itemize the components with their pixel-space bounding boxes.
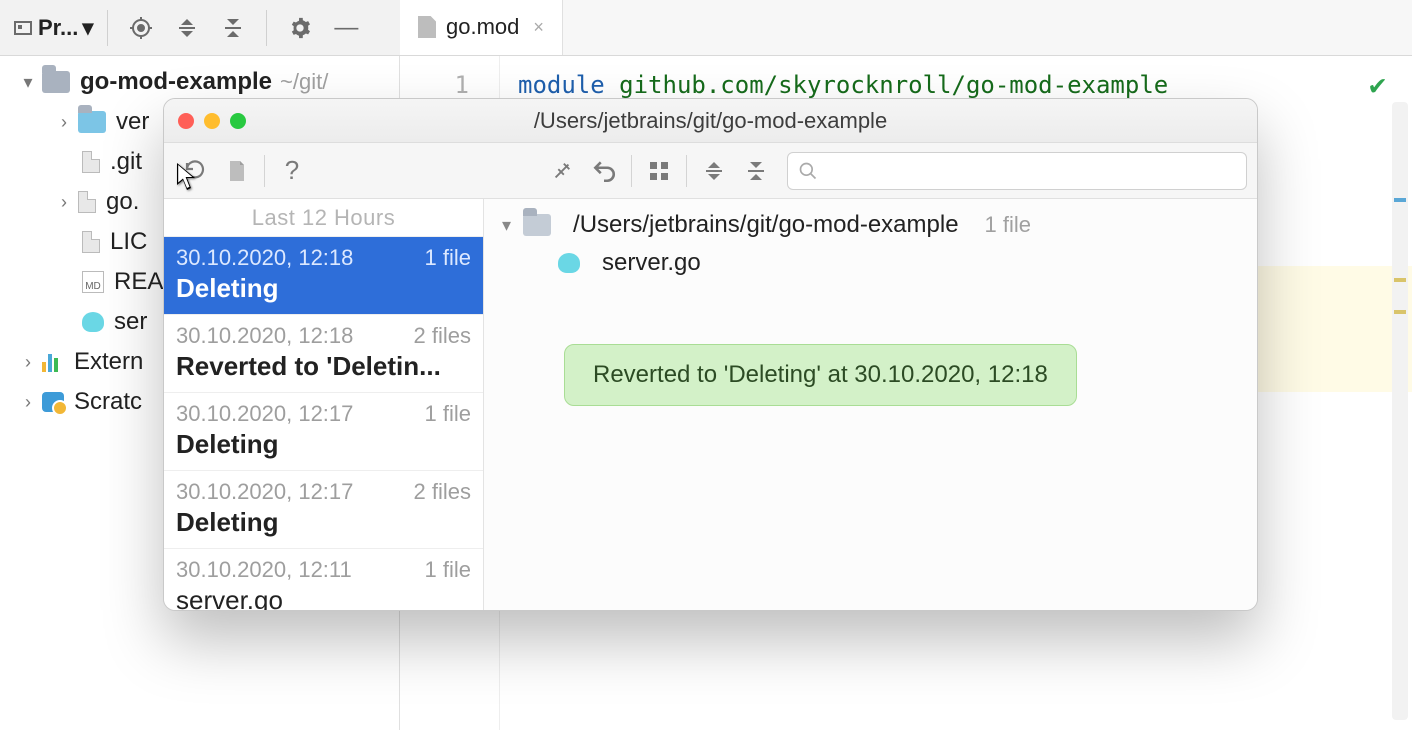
revert-toast: Reverted to 'Deleting' at 30.10.2020, 12… <box>564 344 1077 406</box>
folder-icon <box>42 71 70 93</box>
history-count: 2 files <box>414 479 471 505</box>
history-item[interactable]: 30.10.2020, 12:17 2 files Deleting <box>164 471 483 549</box>
module-path: github.com/skyrocknroll/go-mod-example <box>619 71 1168 99</box>
project-tool-window-icon <box>14 21 32 35</box>
history-item[interactable]: 30.10.2020, 12:17 1 file Deleting <box>164 393 483 471</box>
details-path-row[interactable]: ▾ /Users/jetbrains/git/go-mod-example 1 … <box>502 211 1239 239</box>
history-date: 30.10.2020, 12:18 <box>176 323 353 349</box>
folder-icon <box>523 214 551 236</box>
search-input[interactable] <box>818 159 1236 182</box>
history-list[interactable]: Last 12 Hours 30.10.2020, 12:18 1 file De… <box>164 199 484 610</box>
details-path: /Users/jetbrains/git/go-mod-example <box>573 211 959 239</box>
history-date: 30.10.2020, 12:11 <box>176 557 352 583</box>
history-item[interactable]: 30.10.2020, 12:18 1 file Deleting <box>164 237 483 315</box>
scroll-mark <box>1394 310 1406 314</box>
history-count: 1 file <box>425 557 471 583</box>
undo-icon[interactable] <box>583 150 625 192</box>
history-item[interactable]: 30.10.2020, 12:11 1 file server.go <box>164 549 483 610</box>
chevron-right-icon[interactable]: › <box>14 392 42 413</box>
history-section-header: Last 12 Hours <box>164 199 483 237</box>
history-action: Deleting <box>176 429 471 460</box>
chevron-down-icon[interactable]: ▾ <box>14 72 42 93</box>
root-name: go-mod-example <box>80 68 272 96</box>
history-details: ▾ /Users/jetbrains/git/go-mod-example 1 … <box>484 199 1257 610</box>
history-count: 1 file <box>425 245 471 271</box>
editor-tab-go-mod[interactable]: go.mod × <box>400 0 563 55</box>
chevron-right-icon[interactable]: › <box>14 352 42 373</box>
gear-icon[interactable] <box>279 7 321 49</box>
library-icon <box>42 352 64 372</box>
revert-icon[interactable] <box>174 150 216 192</box>
details-file-name: server.go <box>602 249 701 277</box>
history-count: 1 file <box>425 401 471 427</box>
inspection-ok-icon[interactable]: ✔ <box>1369 68 1386 101</box>
file-icon <box>82 231 100 253</box>
history-action: Reverted to 'Deletin... <box>176 351 471 382</box>
dialog-title-bar[interactable]: /Users/jetbrains/git/go-mod-example <box>164 99 1257 143</box>
separator <box>264 155 265 187</box>
go-file-icon <box>82 312 104 332</box>
item-label: Scratc <box>74 388 142 416</box>
chevron-down-icon[interactable]: ▾ <box>502 215 511 236</box>
file-icon <box>418 16 436 38</box>
item-label: Extern <box>74 348 143 376</box>
project-dropdown-label: Pr... <box>38 15 78 41</box>
item-label: ser <box>114 308 147 336</box>
tab-label: go.mod <box>446 14 519 40</box>
item-label: REA <box>114 268 163 296</box>
item-label: LIC <box>110 228 147 256</box>
help-icon[interactable]: ? <box>271 150 313 192</box>
item-label: .git <box>110 148 142 176</box>
search-icon <box>798 161 818 181</box>
expand-all-icon[interactable] <box>693 150 735 192</box>
file-icon <box>82 151 100 173</box>
dialog-toolbar: ? <box>164 143 1257 199</box>
grid-view-icon[interactable] <box>638 150 680 192</box>
details-file-row[interactable]: server.go <box>558 249 1239 277</box>
history-action: Deleting <box>176 273 471 304</box>
close-icon[interactable]: × <box>533 17 544 38</box>
dialog-title: /Users/jetbrains/git/go-mod-example <box>164 108 1257 134</box>
create-patch-icon[interactable] <box>216 150 258 192</box>
history-count: 2 files <box>414 323 471 349</box>
folder-icon <box>78 111 106 133</box>
keyword: module <box>518 71 605 99</box>
select-target-icon[interactable] <box>120 7 162 49</box>
history-date: 30.10.2020, 12:18 <box>176 245 353 271</box>
collapse-all-icon[interactable] <box>735 150 777 192</box>
scroll-mark <box>1394 278 1406 282</box>
chevron-right-icon[interactable]: › <box>50 112 78 133</box>
history-date: 30.10.2020, 12:17 <box>176 401 353 427</box>
history-action: Deleting <box>176 507 471 538</box>
project-dropdown[interactable]: Pr... ▾ <box>10 15 97 41</box>
chevron-right-icon[interactable]: › <box>50 192 78 213</box>
tree-root[interactable]: ▾ go-mod-example ~/git/ <box>0 62 399 102</box>
editor-tab-bar: go.mod × <box>400 0 1412 56</box>
history-date: 30.10.2020, 12:17 <box>176 479 353 505</box>
local-history-dialog: /Users/jetbrains/git/go-mod-example ? <box>163 98 1258 611</box>
dialog-search[interactable] <box>787 152 1247 190</box>
history-action: server.go <box>176 585 471 610</box>
scratch-icon <box>42 392 64 412</box>
separator <box>631 155 632 187</box>
separator <box>266 10 267 46</box>
expand-all-icon[interactable] <box>166 7 208 49</box>
history-item[interactable]: 30.10.2020, 12:18 2 files Reverted to 'De… <box>164 315 483 393</box>
file-icon <box>78 191 96 213</box>
root-path: ~/git/ <box>280 69 328 95</box>
go-file-icon <box>558 253 580 273</box>
editor-scrollbar[interactable] <box>1392 102 1408 720</box>
pin-icon[interactable] <box>541 150 583 192</box>
separator <box>107 10 108 46</box>
markdown-icon: MD <box>82 271 104 293</box>
details-count: 1 file <box>985 212 1031 238</box>
scroll-mark <box>1394 198 1406 202</box>
chevron-down-icon: ▾ <box>82 15 93 41</box>
hide-icon[interactable]: — <box>325 7 367 49</box>
item-label: ver <box>116 108 149 136</box>
collapse-all-icon[interactable] <box>212 7 254 49</box>
separator <box>686 155 687 187</box>
item-label: go. <box>106 188 139 216</box>
